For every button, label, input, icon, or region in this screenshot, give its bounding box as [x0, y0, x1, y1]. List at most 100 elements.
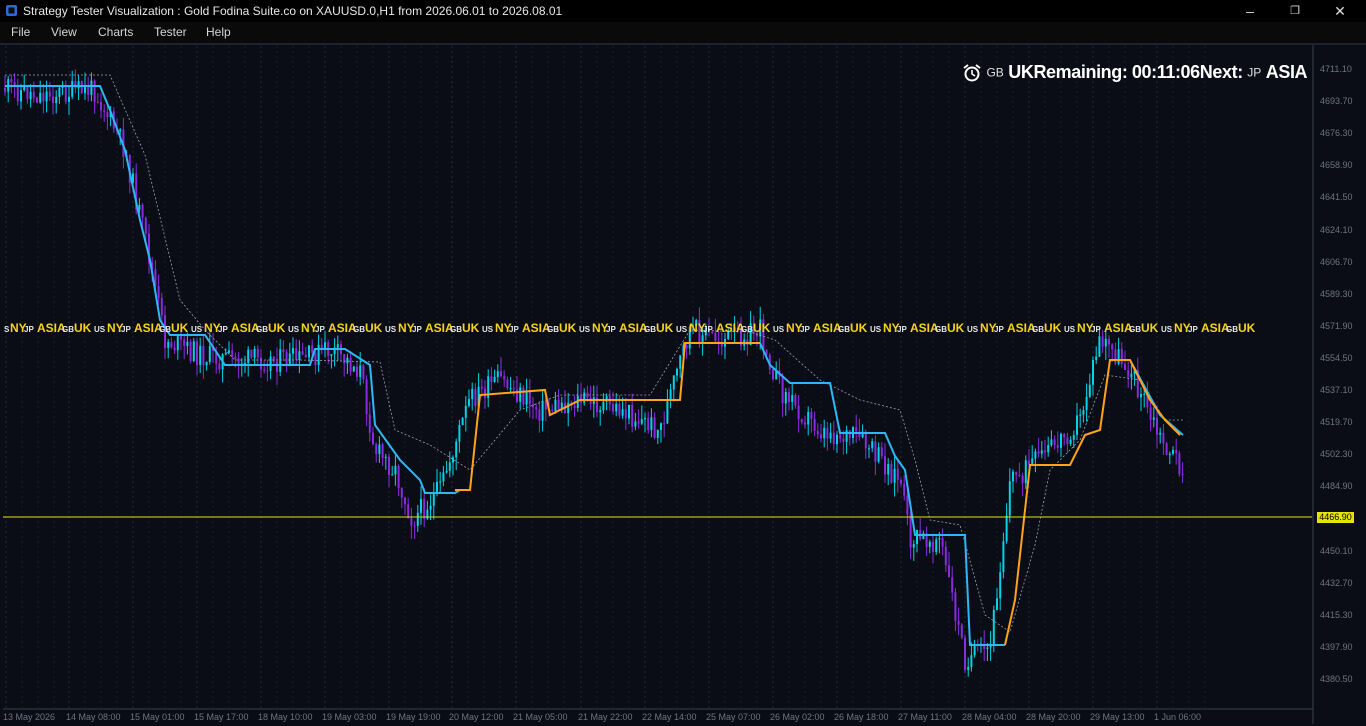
- candle-body: [45, 91, 48, 102]
- candle-body: [970, 655, 973, 667]
- candle-body: [74, 80, 77, 89]
- hud-remaining-time: 00:11:06: [1131, 62, 1200, 82]
- candle-body: [900, 480, 902, 484]
- session-label: JP: [412, 325, 422, 334]
- candle-body: [503, 376, 506, 380]
- candle-body: [525, 390, 528, 405]
- candle-body: [1095, 356, 1098, 361]
- candle-body: [957, 620, 960, 625]
- candle-body: [973, 644, 976, 656]
- candle-body: [388, 456, 390, 475]
- session-label: GB: [353, 325, 365, 334]
- candle-body: [599, 410, 602, 413]
- candle-body: [839, 434, 842, 439]
- price-tick-label: 4641.50: [1320, 192, 1353, 203]
- candle-body: [343, 354, 346, 364]
- candle-body: [295, 348, 298, 361]
- candle-body: [864, 431, 867, 449]
- candle-body: [20, 90, 22, 102]
- candle-body: [407, 504, 410, 519]
- candle-body: [244, 362, 246, 364]
- candle-body: [1008, 481, 1011, 516]
- candle-body: [64, 86, 67, 102]
- candle-body: [404, 497, 406, 505]
- candle-body: [455, 441, 458, 458]
- time-tick-label: 20 May 12:00: [449, 712, 504, 722]
- candle-body: [224, 352, 227, 355]
- candle-body: [823, 427, 826, 439]
- time-tick-label: 26 May 18:00: [834, 712, 889, 722]
- candle-body: [784, 392, 787, 404]
- candle-body: [884, 456, 886, 475]
- candle-body: [647, 417, 650, 430]
- candle-body: [893, 468, 896, 483]
- candle-body: [84, 86, 86, 94]
- price-tick-label: 4380.50: [1320, 673, 1353, 684]
- candle-body: [1117, 349, 1120, 364]
- candle-body: [260, 357, 262, 370]
- candle-body: [356, 366, 358, 377]
- candle-body: [208, 345, 211, 362]
- candle-body: [496, 371, 499, 377]
- candle-body: [1069, 439, 1072, 444]
- candle-body: [93, 80, 96, 102]
- candle-body: [1127, 369, 1130, 378]
- candle-body: [653, 417, 656, 438]
- candle-body: [1085, 396, 1088, 411]
- hud-flag-next: JP: [1247, 65, 1262, 80]
- candle-body: [480, 386, 483, 389]
- candle-body: [87, 86, 90, 95]
- session-label: UK: [171, 321, 189, 335]
- session-label: UK: [1044, 321, 1062, 335]
- candle-body: [912, 544, 915, 548]
- candle-body: [836, 434, 838, 445]
- candle-body: [1175, 449, 1178, 454]
- hud-flag-current: GB: [986, 65, 1004, 80]
- candle-body: [100, 102, 102, 111]
- candle-body: [586, 392, 589, 398]
- session-label: JP: [121, 325, 131, 334]
- candle-body: [1124, 363, 1126, 370]
- candle-body: [880, 447, 883, 457]
- candle-body: [1104, 338, 1107, 347]
- candle-body: [1044, 450, 1046, 453]
- candle-body: [1101, 336, 1104, 347]
- candle-body: [941, 538, 944, 547]
- candle-body: [36, 97, 38, 103]
- candle-body: [634, 421, 637, 427]
- candle-body: [464, 405, 467, 418]
- candle-body: [106, 112, 109, 117]
- price-tick-label: 4676.30: [1320, 128, 1353, 139]
- session-label: JP: [218, 325, 228, 334]
- candle-body: [628, 404, 630, 419]
- time-tick-label: 1 Jun 06:00: [1154, 712, 1202, 722]
- time-tick-label: 18 May 10:00: [258, 712, 313, 722]
- price-chart[interactable]: [0, 0, 1366, 724]
- candle-body: [788, 392, 790, 402]
- candle-body: [826, 427, 829, 439]
- candle-body: [1162, 432, 1165, 444]
- candle-body: [317, 344, 320, 366]
- candle-body: [676, 368, 678, 376]
- candle-body: [656, 429, 659, 438]
- candle-body: [381, 444, 384, 458]
- candle-body: [816, 430, 819, 435]
- candle-body: [336, 344, 339, 348]
- session-label: UK: [74, 321, 92, 335]
- session-label: JP: [509, 325, 519, 334]
- candle-body: [1040, 450, 1043, 454]
- time-tick-label: 19 May 19:00: [386, 712, 441, 722]
- candle-body: [522, 387, 525, 405]
- candle-body: [298, 351, 301, 361]
- candle-body: [484, 388, 486, 398]
- session-label: US: [870, 325, 882, 334]
- candle-body: [352, 366, 355, 372]
- candle-body: [80, 81, 83, 94]
- price-tick-label: 4658.90: [1320, 160, 1353, 171]
- trend-line-orange: [455, 342, 1181, 646]
- candle-body: [493, 376, 496, 382]
- candle-body: [1076, 415, 1078, 436]
- time-tick-label: 15 May 01:00: [130, 712, 185, 722]
- candle-body: [1111, 344, 1114, 350]
- price-tick-label: 4537.10: [1320, 385, 1353, 395]
